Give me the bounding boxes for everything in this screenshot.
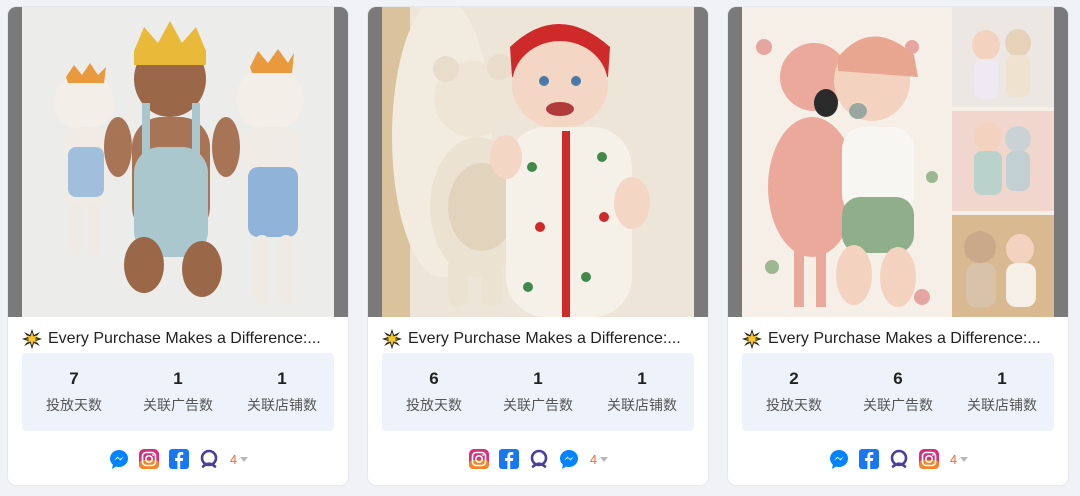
stat-ads: 1 关联广告数 — [488, 368, 588, 416]
stat-stores-label: 关联店铺数 — [607, 397, 677, 413]
stat-stores: 1 关联店铺数 — [952, 368, 1052, 416]
stat-stores-label: 关联店铺数 — [247, 397, 317, 413]
sparkle-icon — [742, 329, 762, 349]
stat-days-value: 7 — [69, 369, 79, 388]
stat-ads-label: 关联广告数 — [503, 397, 573, 413]
chevron-down-icon — [600, 456, 609, 462]
ad-stats: 7 投放天数 1 关联广告数 1 关联店铺数 — [22, 353, 334, 431]
instagram-icon — [918, 448, 940, 470]
stat-days-value: 2 — [789, 369, 799, 388]
ad-card[interactable]: Every Purchase Makes a Difference:... 2 … — [728, 7, 1068, 485]
stat-ads-label: 关联广告数 — [863, 397, 933, 413]
stat-days-value: 6 — [429, 369, 439, 388]
platform-icons: 4 — [368, 447, 708, 471]
stat-ads: 1 关联广告数 — [128, 368, 228, 416]
ad-stats: 2 投放天数 6 关联广告数 1 关联店铺数 — [742, 353, 1054, 431]
facebook-icon — [498, 448, 520, 470]
ad-title[interactable]: Every Purchase Makes a Difference:... — [408, 330, 694, 348]
ad-card-grid: Every Purchase Makes a Difference:... 7 … — [8, 7, 1068, 485]
more-platforms[interactable]: 4 — [229, 451, 249, 467]
more-platforms[interactable]: 4 — [589, 451, 609, 467]
sparkle-icon — [22, 329, 42, 349]
stat-ads-label: 关联广告数 — [143, 397, 213, 413]
stat-days-label: 投放天数 — [406, 397, 462, 413]
messenger-icon — [558, 448, 580, 470]
more-platforms[interactable]: 4 — [949, 451, 969, 467]
facebook-icon — [168, 448, 190, 470]
more-platforms-count: 4 — [589, 451, 598, 467]
messenger-icon — [108, 448, 130, 470]
stat-ads-value: 1 — [173, 369, 183, 388]
stat-stores-value: 1 — [277, 369, 287, 388]
ad-title[interactable]: Every Purchase Makes a Difference:... — [768, 330, 1054, 348]
platform-icons: 4 — [728, 447, 1068, 471]
facebook-icon — [858, 448, 880, 470]
sparkle-icon — [382, 329, 402, 349]
audience-network-icon — [528, 448, 550, 470]
ad-media[interactable] — [8, 7, 348, 317]
stat-ads-value: 1 — [533, 369, 543, 388]
more-platforms-count: 4 — [949, 451, 958, 467]
ad-media[interactable] — [368, 7, 708, 317]
stat-days: 2 投放天数 — [744, 368, 844, 416]
audience-network-icon — [198, 448, 220, 470]
chevron-down-icon — [960, 456, 969, 462]
ad-title-row: Every Purchase Makes a Difference:... — [22, 327, 334, 351]
ad-title-row: Every Purchase Makes a Difference:... — [742, 327, 1054, 351]
ad-image — [742, 7, 1054, 317]
more-platforms-count: 4 — [229, 451, 238, 467]
stat-days-label: 投放天数 — [46, 397, 102, 413]
messenger-icon — [828, 448, 850, 470]
instagram-icon — [138, 448, 160, 470]
stat-ads-value: 6 — [893, 369, 903, 388]
stat-days: 7 投放天数 — [24, 368, 124, 416]
stat-stores: 1 关联店铺数 — [592, 368, 692, 416]
ad-stats: 6 投放天数 1 关联广告数 1 关联店铺数 — [382, 353, 694, 431]
platform-icons: 4 — [8, 447, 348, 471]
ad-card[interactable]: Every Purchase Makes a Difference:... 6 … — [368, 7, 708, 485]
stat-stores-value: 1 — [637, 369, 647, 388]
ad-title-row: Every Purchase Makes a Difference:... — [382, 327, 694, 351]
chevron-down-icon — [240, 456, 249, 462]
stat-days-label: 投放天数 — [766, 397, 822, 413]
stat-stores: 1 关联店铺数 — [232, 368, 332, 416]
ad-card[interactable]: Every Purchase Makes a Difference:... 7 … — [8, 7, 348, 485]
instagram-icon — [468, 448, 490, 470]
ad-image — [382, 7, 694, 317]
audience-network-icon — [888, 448, 910, 470]
ad-title[interactable]: Every Purchase Makes a Difference:... — [48, 330, 334, 348]
ad-media[interactable] — [728, 7, 1068, 317]
stat-stores-label: 关联店铺数 — [967, 397, 1037, 413]
stat-days: 6 投放天数 — [384, 368, 484, 416]
ad-image — [22, 7, 334, 317]
stat-ads: 6 关联广告数 — [848, 368, 948, 416]
stat-stores-value: 1 — [997, 369, 1007, 388]
